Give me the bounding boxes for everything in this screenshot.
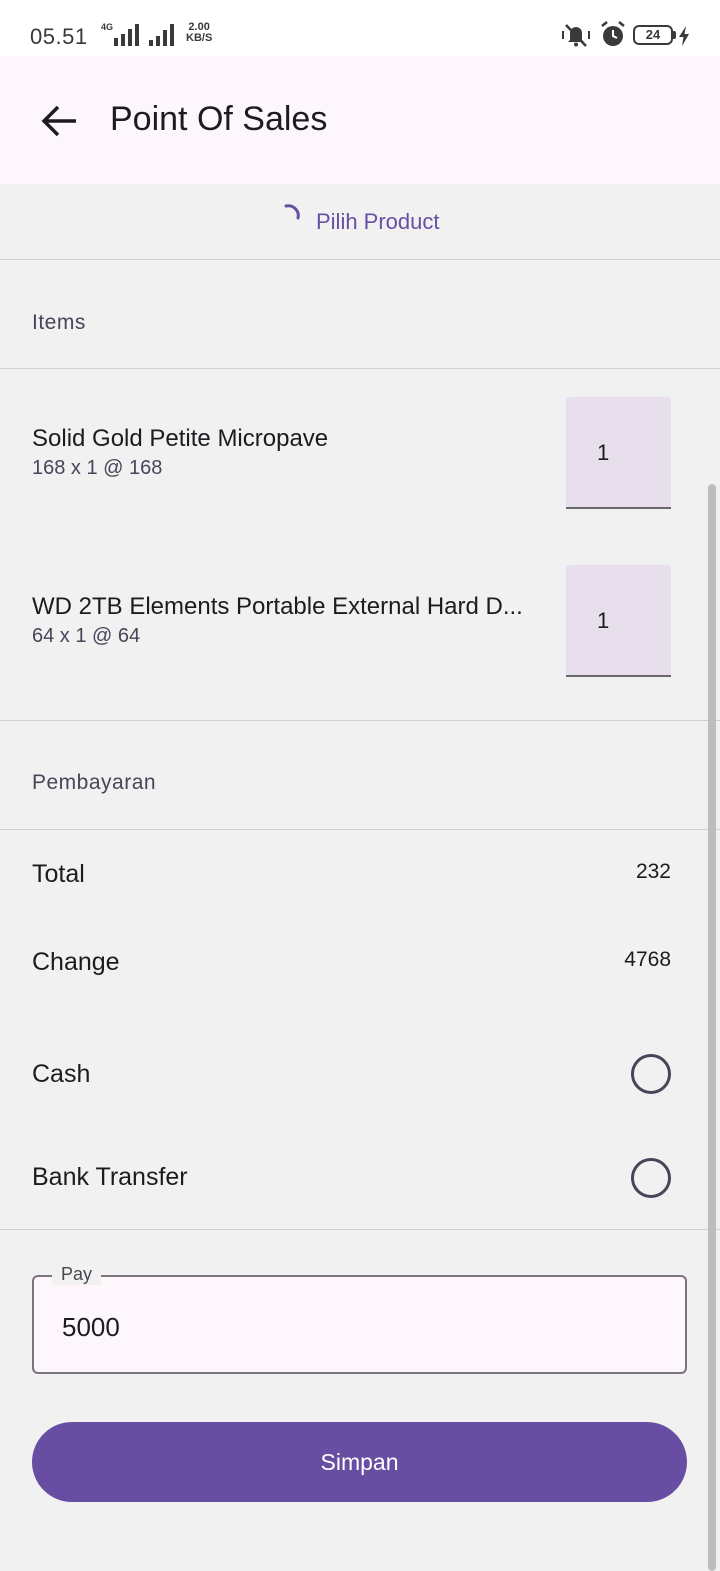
quantity-input[interactable] bbox=[566, 565, 671, 677]
payment-method-label: Cash bbox=[32, 1060, 91, 1088]
quantity-value: 1 bbox=[597, 608, 610, 633]
pick-product-button[interactable]: Pilih Product bbox=[316, 209, 440, 235]
total-value: 232 bbox=[635, 860, 671, 883]
item-detail: 64 x 1 @ 64 bbox=[32, 625, 141, 647]
items-section-label: Items bbox=[32, 311, 86, 334]
vibrate-mute-icon bbox=[562, 24, 590, 47]
divider bbox=[0, 1229, 720, 1230]
quantity-value: 1 bbox=[597, 440, 610, 465]
loading-spinner-icon bbox=[284, 204, 300, 220]
network-speed: 2.00 KB/S bbox=[186, 22, 212, 44]
change-value: 4768 bbox=[624, 948, 671, 971]
app-bar bbox=[0, 56, 720, 184]
divider bbox=[0, 368, 720, 369]
save-button[interactable]: Simpan bbox=[32, 1422, 687, 1502]
scrollbar[interactable] bbox=[708, 484, 716, 1571]
payment-section-label: Pembayaran bbox=[32, 771, 157, 794]
page-title: Point Of Sales bbox=[110, 100, 328, 138]
total-label: Total bbox=[32, 860, 85, 888]
charging-bolt-icon bbox=[679, 26, 689, 46]
battery-tip bbox=[673, 31, 676, 39]
divider bbox=[0, 259, 720, 260]
battery-level: 24 bbox=[633, 25, 673, 45]
payment-method-label: Bank Transfer bbox=[32, 1163, 188, 1191]
status-time: 05.51 bbox=[30, 24, 88, 49]
cash-radio[interactable] bbox=[631, 1054, 671, 1094]
signal-icon-2 bbox=[149, 24, 174, 46]
signal-icon bbox=[114, 24, 139, 46]
divider bbox=[0, 829, 720, 830]
item-name: Solid Gold Petite Micropave bbox=[32, 425, 329, 452]
change-label: Change bbox=[32, 948, 120, 976]
item-name: WD 2TB Elements Portable External Hard D… bbox=[32, 593, 523, 620]
quantity-input[interactable] bbox=[566, 397, 671, 509]
item-detail: 168 x 1 @ 168 bbox=[32, 457, 163, 479]
divider bbox=[0, 720, 720, 721]
alarm-icon bbox=[601, 21, 625, 46]
bank-transfer-radio[interactable] bbox=[631, 1158, 671, 1198]
pay-input[interactable] bbox=[62, 1312, 662, 1343]
speed-unit: KB/S bbox=[186, 32, 213, 44]
back-arrow-icon[interactable] bbox=[40, 104, 80, 138]
pay-field-label: Pay bbox=[52, 1264, 102, 1285]
